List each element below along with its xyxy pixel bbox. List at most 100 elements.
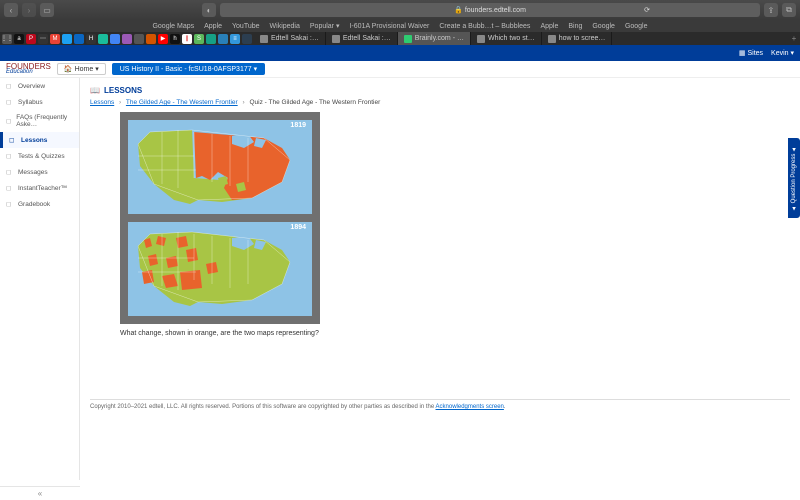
sidebar-item-label: Overview (18, 83, 45, 90)
favicon[interactable]: M (50, 34, 60, 44)
sidebar: ◻Overview◻Syllabus◻FAQs (Frequently Aske… (0, 78, 80, 480)
bookmark-link[interactable]: Google Maps (152, 23, 194, 30)
sidebar-item-label: FAQs (Frequently Aske… (16, 114, 73, 128)
browser-tab[interactable]: how to scree… (542, 32, 613, 45)
tab-favicon (332, 35, 340, 43)
sidebar-item-tests-quizzes[interactable]: ◻Tests & Quizzes (0, 148, 79, 164)
favicon[interactable]: ∥ (182, 34, 192, 44)
url-text: founders.edtell.com (465, 7, 526, 14)
sidebar-item-lessons[interactable]: ◻ Lessons (0, 132, 79, 148)
sidebar-item-gradebook[interactable]: ◻ Gradebook (0, 196, 79, 212)
course-selector[interactable]: US History II - Basic - fcSU18-0AFSP3177… (112, 63, 265, 75)
crumb-unit[interactable]: The Gilded Age - The Western Frontier (126, 99, 238, 106)
back-button[interactable]: ‹ (4, 3, 18, 17)
sidebar-item-label: Syllabus (18, 99, 43, 106)
user-menu[interactable]: Kevin ▾ (771, 49, 794, 57)
browser-tab[interactable]: Which two st… (471, 32, 542, 45)
favicon[interactable] (74, 34, 84, 44)
tab-favicon (477, 35, 485, 43)
favicon[interactable] (242, 34, 252, 44)
sidebar-item-label: Messages (18, 169, 48, 176)
bookmark-link[interactable]: Create a Bubb…t – Bubblees (439, 23, 530, 30)
bookmark-link[interactable]: YouTube (232, 23, 260, 30)
tab-strip: ⋮⋮aP⋯M H ▶h∥S ≡ Edtell Sakai :… Edtell Sakai… (0, 32, 800, 45)
favicon[interactable] (62, 34, 72, 44)
header-row: FOUNDERSEducation 🏠 Home ▾ US History II… (0, 61, 800, 78)
bookmark-link[interactable]: Google (625, 23, 648, 30)
browser-tab[interactable]: Edtell Sakai :… (326, 32, 398, 45)
new-tab-button[interactable]: + (788, 32, 800, 45)
breadcrumb: Lessons › The Gilded Age - The Western F… (90, 99, 790, 106)
sites-link[interactable]: ▦ Sites (739, 49, 763, 57)
sidebar-item-messages[interactable]: ◻Messages (0, 164, 79, 180)
sidebar-collapse[interactable]: « (0, 486, 80, 500)
footer: Copyright 2010–2021 edtell, LLC. All rig… (90, 399, 790, 410)
gradebook-icon: ◻ (6, 200, 14, 208)
overview-icon: ◻ (6, 82, 14, 90)
sidebar-item-label: Lessons (21, 137, 47, 144)
bookmark-link[interactable]: Wikipedia (270, 23, 300, 30)
sidebar-item-instantteacher-[interactable]: ◻InstantTeacher™ (0, 180, 79, 196)
browser-tab[interactable]: Brainly.com - … (398, 32, 471, 45)
favicon[interactable] (122, 34, 132, 44)
app-bar: ▦ Sites Kevin ▾ (0, 45, 800, 61)
chevron-right-icon: › (242, 99, 244, 106)
tab-label: Edtell Sakai :… (343, 35, 391, 42)
bookmark-link[interactable]: Google (592, 23, 615, 30)
tab-label: Edtell Sakai :… (271, 35, 319, 42)
apps-grid-icon[interactable]: ⋮⋮ (2, 34, 12, 44)
favicon[interactable] (146, 34, 156, 44)
bookmark-link[interactable]: Popular ▾ (310, 22, 340, 30)
sidebar-item-overview[interactable]: ◻ Overview (0, 78, 79, 94)
favicon[interactable]: S (194, 34, 204, 44)
tab-label: Brainly.com - … (415, 35, 464, 42)
book-icon: 📖 (90, 86, 100, 95)
logo: FOUNDERSEducation (6, 63, 51, 76)
question-text: What change, shown in orange, are the tw… (120, 330, 790, 337)
favicon[interactable]: a (14, 34, 24, 44)
page-heading: 📖 LESSONS (90, 86, 790, 95)
shield-icon[interactable]: ◐ (202, 3, 216, 17)
favicon[interactable] (110, 34, 120, 44)
bookmark-link[interactable]: I-601A Provisional Waiver (349, 23, 429, 30)
favicon[interactable]: ≡ (230, 34, 240, 44)
tab-label: how to scree… (559, 35, 606, 42)
map-image: 1819 1894 (120, 112, 320, 324)
tabs-button[interactable]: ⧉ (782, 3, 796, 17)
favicon[interactable]: h (170, 34, 180, 44)
url-bar[interactable]: 🔒 founders.edtell.com ⟳ (220, 3, 760, 17)
tab-favicon (404, 35, 412, 43)
bookmark-link[interactable]: Bing (568, 23, 582, 30)
favicon[interactable]: H (86, 34, 96, 44)
instant-icon: ◻ (6, 184, 14, 192)
crumb-current: Quiz - The Gilded Age - The Western Fron… (249, 99, 380, 106)
share-button[interactable]: ⇪ (764, 3, 778, 17)
sidebar-item-label: Gradebook (18, 201, 50, 208)
browser-tab[interactable]: Edtell Sakai :… (254, 32, 326, 45)
favicon[interactable] (134, 34, 144, 44)
lock-icon: 🔒 (454, 6, 463, 14)
tab-favicon (260, 35, 268, 43)
bookmark-link[interactable]: Apple (540, 23, 558, 30)
favicon[interactable]: ▶ (158, 34, 168, 44)
sidebar-item-faqs-frequently-aske-[interactable]: ◻ FAQs (Frequently Aske… (0, 110, 79, 132)
favicon-row: ⋮⋮aP⋯M H ▶h∥S ≡ (0, 32, 254, 45)
favicon[interactable] (98, 34, 108, 44)
reload-icon[interactable]: ⟳ (644, 6, 650, 14)
bookmark-link[interactable]: Apple (204, 23, 222, 30)
favicon[interactable]: ⋯ (38, 34, 48, 44)
home-button[interactable]: 🏠 Home ▾ (57, 63, 106, 75)
lessons-icon: ◻ (9, 136, 17, 144)
favicon[interactable]: P (26, 34, 36, 44)
content-area: 📖 LESSONS Lessons › The Gilded Age - The… (80, 78, 800, 480)
sidebar-item-syllabus[interactable]: ◻Syllabus (0, 94, 79, 110)
sidebar-toggle[interactable]: ▭ (40, 3, 54, 17)
question-progress-tab[interactable]: ▲ Question Progress ▲ (788, 138, 800, 218)
acknowledgments-link[interactable]: Acknowledgments screen (436, 404, 504, 410)
crumb-lessons[interactable]: Lessons (90, 99, 114, 106)
bookmarks-bar: Google Maps Apple YouTube Wikipedia Popular … (0, 20, 800, 32)
faq-icon: ◻ (6, 117, 12, 125)
favicon[interactable] (218, 34, 228, 44)
favicon[interactable] (206, 34, 216, 44)
tests-icon: ◻ (6, 152, 14, 160)
